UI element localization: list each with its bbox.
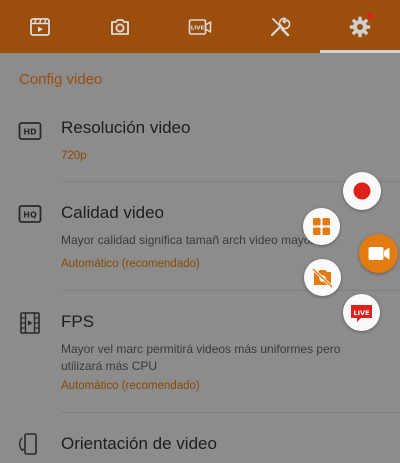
screenshot-icon (311, 267, 334, 289)
selected-tab-indicator (320, 50, 400, 53)
video-list-icon (30, 17, 50, 36)
screen-rotation-icon (19, 433, 37, 455)
svg-text:LIVE: LIVE (191, 25, 205, 31)
setting-title: FPS (61, 312, 95, 331)
divider (61, 412, 400, 413)
svg-text:HQ: HQ (23, 211, 37, 220)
recorder-menu-button[interactable] (359, 234, 398, 273)
setting-value: 720p (61, 150, 87, 162)
camera-icon (111, 18, 129, 35)
setting-description: Mayor calidad significa tamañ arch video… (61, 233, 315, 247)
record-button[interactable] (343, 172, 381, 210)
live-stream-button[interactable]: LIVE (343, 294, 380, 331)
tab-camera[interactable] (80, 0, 160, 53)
film-icon (20, 312, 40, 334)
tab-tools[interactable] (240, 0, 320, 53)
setting-title: Resolución video (61, 118, 191, 137)
setting-title: Calidad video (61, 203, 165, 222)
tab-settings[interactable] (320, 0, 400, 53)
tab-videos[interactable] (0, 0, 80, 53)
setting-title: Orientación de video (61, 434, 217, 453)
record-icon (353, 182, 371, 200)
setting-value: Automático (recomendado) (61, 258, 200, 270)
section-title: Config video (19, 71, 103, 88)
divider (61, 290, 400, 291)
live-badge-label: LIVE (353, 309, 369, 317)
screenshot-button[interactable] (304, 259, 341, 296)
notification-dot (367, 13, 373, 19)
top-tab-bar: LIVE (0, 0, 400, 53)
camera-recorder-icon (368, 247, 390, 260)
hd-icon: HD (18, 122, 42, 140)
setting-description: Mayor vel marc permitirá videos más unif… (61, 342, 341, 373)
hq-icon: HQ (18, 205, 42, 223)
tab-live[interactable]: LIVE (160, 0, 240, 53)
apps-grid-icon (313, 218, 330, 235)
tools-icon (270, 17, 291, 36)
apps-button[interactable] (303, 208, 340, 245)
live-icon: LIVE (188, 18, 212, 35)
setting-value: Automático (recomendado) (61, 380, 200, 392)
live-stream-icon: LIVE (351, 305, 372, 322)
svg-text:HD: HD (23, 128, 37, 137)
